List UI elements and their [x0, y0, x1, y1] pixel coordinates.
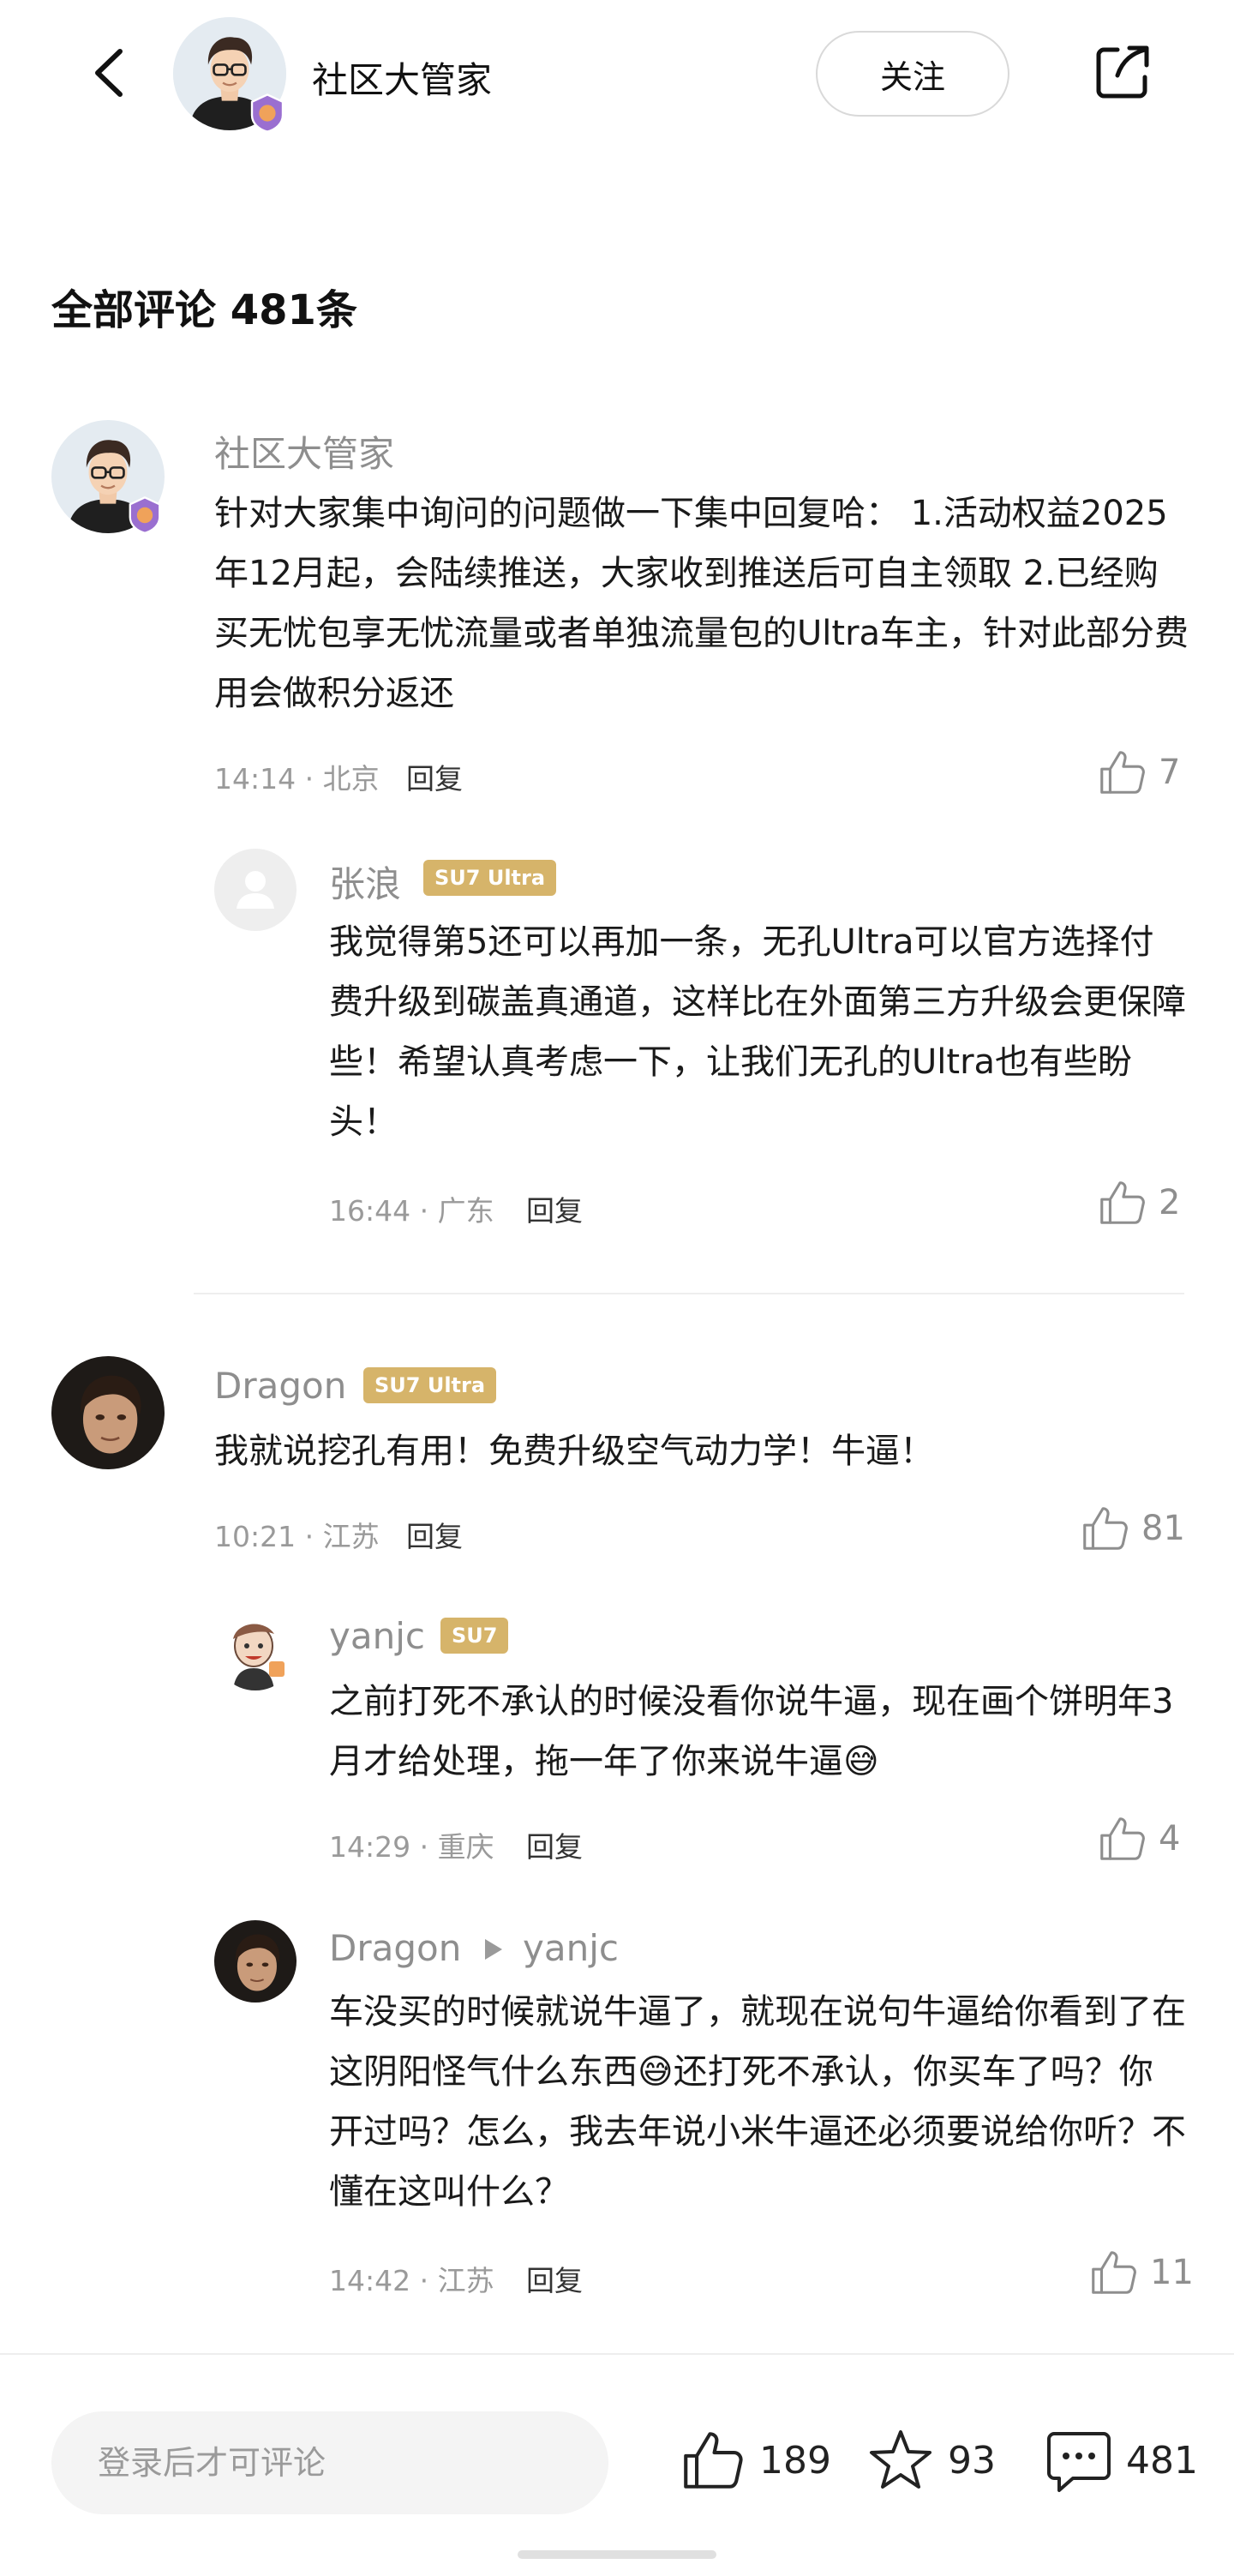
comment-text: 车没买的时候就说牛逼了，就现在说句牛逼给你看到了在这阴阳怪气什么东西😅还打死不承…	[329, 1992, 1186, 2212]
comments-count-title: 全部评论 481条	[51, 286, 357, 334]
reply-button[interactable]: 回复	[526, 2258, 583, 2299]
thumbs-up-icon	[1078, 1502, 1131, 1555]
thumbs-up-icon	[1087, 2246, 1140, 2299]
commenter-name[interactable]: 张浪	[329, 856, 401, 908]
like-button[interactable]: 4	[1095, 1812, 1180, 1865]
favorite-button[interactable]: 93	[866, 2425, 996, 2495]
share-icon[interactable]	[1092, 41, 1153, 103]
commenter-avatar[interactable]	[214, 1608, 297, 1690]
bottom-action-bar: 189 93 481	[0, 2353, 1234, 2576]
comment-text: 我觉得第5还可以再加一条，无孔Ultra可以官方选择付费升级到碳盖真通道，这样比…	[329, 922, 1186, 1142]
like-count: 11	[1150, 2253, 1194, 2292]
commenter-avatar[interactable]	[214, 1920, 297, 2003]
thumbs-up-icon	[677, 2425, 747, 2495]
like-button[interactable]: 11	[1087, 2246, 1194, 2299]
official-badge-icon	[125, 495, 165, 535]
default-avatar-icon[interactable]	[214, 849, 297, 931]
star-icon	[870, 2430, 931, 2489]
thumbs-up-icon	[1095, 1812, 1148, 1865]
comment-bubble-icon	[1047, 2432, 1111, 2492]
commenter-name[interactable]: 社区大管家	[214, 425, 394, 477]
official-badge-icon	[247, 93, 288, 134]
comment-time-location: 14:29 · 重庆	[329, 1830, 494, 1864]
like-post-button[interactable]: 189	[677, 2425, 831, 2495]
author-name[interactable]: 社区大管家	[312, 51, 492, 104]
home-indicator	[518, 2550, 716, 2559]
comment-time-location: 14:14 · 北京	[214, 762, 380, 796]
car-owner-badge: SU7 Ultra	[363, 1367, 497, 1403]
like-count: 7	[1159, 753, 1181, 792]
comment-text: 针对大家集中询问的问题做一下集中回复哈： 1.活动权益2025年12月起，会陆续…	[214, 494, 1189, 713]
car-owner-badge: SU7 Ultra	[423, 860, 557, 896]
like-count: 2	[1159, 1183, 1181, 1222]
commenter-avatar[interactable]	[51, 1356, 165, 1469]
post-like-count: 189	[759, 2438, 831, 2483]
comment-time-location: 16:44 · 广东	[329, 1194, 494, 1228]
commenter-name[interactable]: yanjc	[329, 1615, 425, 1657]
follow-button[interactable]: 关注	[816, 31, 1009, 117]
like-count: 81	[1141, 1509, 1185, 1548]
comments-button[interactable]: 481	[1044, 2425, 1198, 2495]
top-navigation-bar: 社区大管家 关注	[0, 0, 1234, 146]
comment-text: 我就说挖孔有用！免费升级空气动力学！牛逼！	[214, 1432, 934, 1471]
thumbs-up-icon	[1095, 1176, 1148, 1229]
like-button[interactable]: 2	[1095, 1176, 1180, 1229]
comment-time-location: 14:42 · 江苏	[329, 2264, 494, 2297]
reply-button[interactable]: 回复	[526, 1824, 583, 1865]
thumbs-up-icon	[1095, 746, 1148, 799]
commenter-name[interactable]: Dragon	[214, 1365, 346, 1407]
comment-input[interactable]	[51, 2411, 608, 2514]
commenter-name[interactable]: Dragon	[329, 1927, 461, 1969]
reply-triangle-icon	[485, 1939, 502, 1960]
divider	[194, 1293, 1184, 1294]
favorite-count: 93	[948, 2438, 996, 2483]
reply-target-name[interactable]: yanjc	[523, 1927, 619, 1969]
back-arrow-icon[interactable]	[86, 43, 137, 103]
reply-button[interactable]: 回复	[526, 1188, 583, 1229]
like-button[interactable]: 81	[1078, 1502, 1185, 1555]
reply-button[interactable]: 回复	[406, 1514, 463, 1555]
comment-text: 之前打死不承认的时候没看你说牛逼，现在画个饼明年3月才给处理，拖一年了你来说牛逼…	[329, 1682, 1174, 1781]
comment-count: 481	[1126, 2438, 1198, 2483]
like-button[interactable]: 7	[1095, 746, 1180, 799]
reply-button[interactable]: 回复	[406, 756, 463, 797]
comment-time-location: 10:21 · 江苏	[214, 1520, 380, 1553]
car-owner-badge: SU7	[440, 1618, 509, 1654]
like-count: 4	[1159, 1819, 1181, 1858]
